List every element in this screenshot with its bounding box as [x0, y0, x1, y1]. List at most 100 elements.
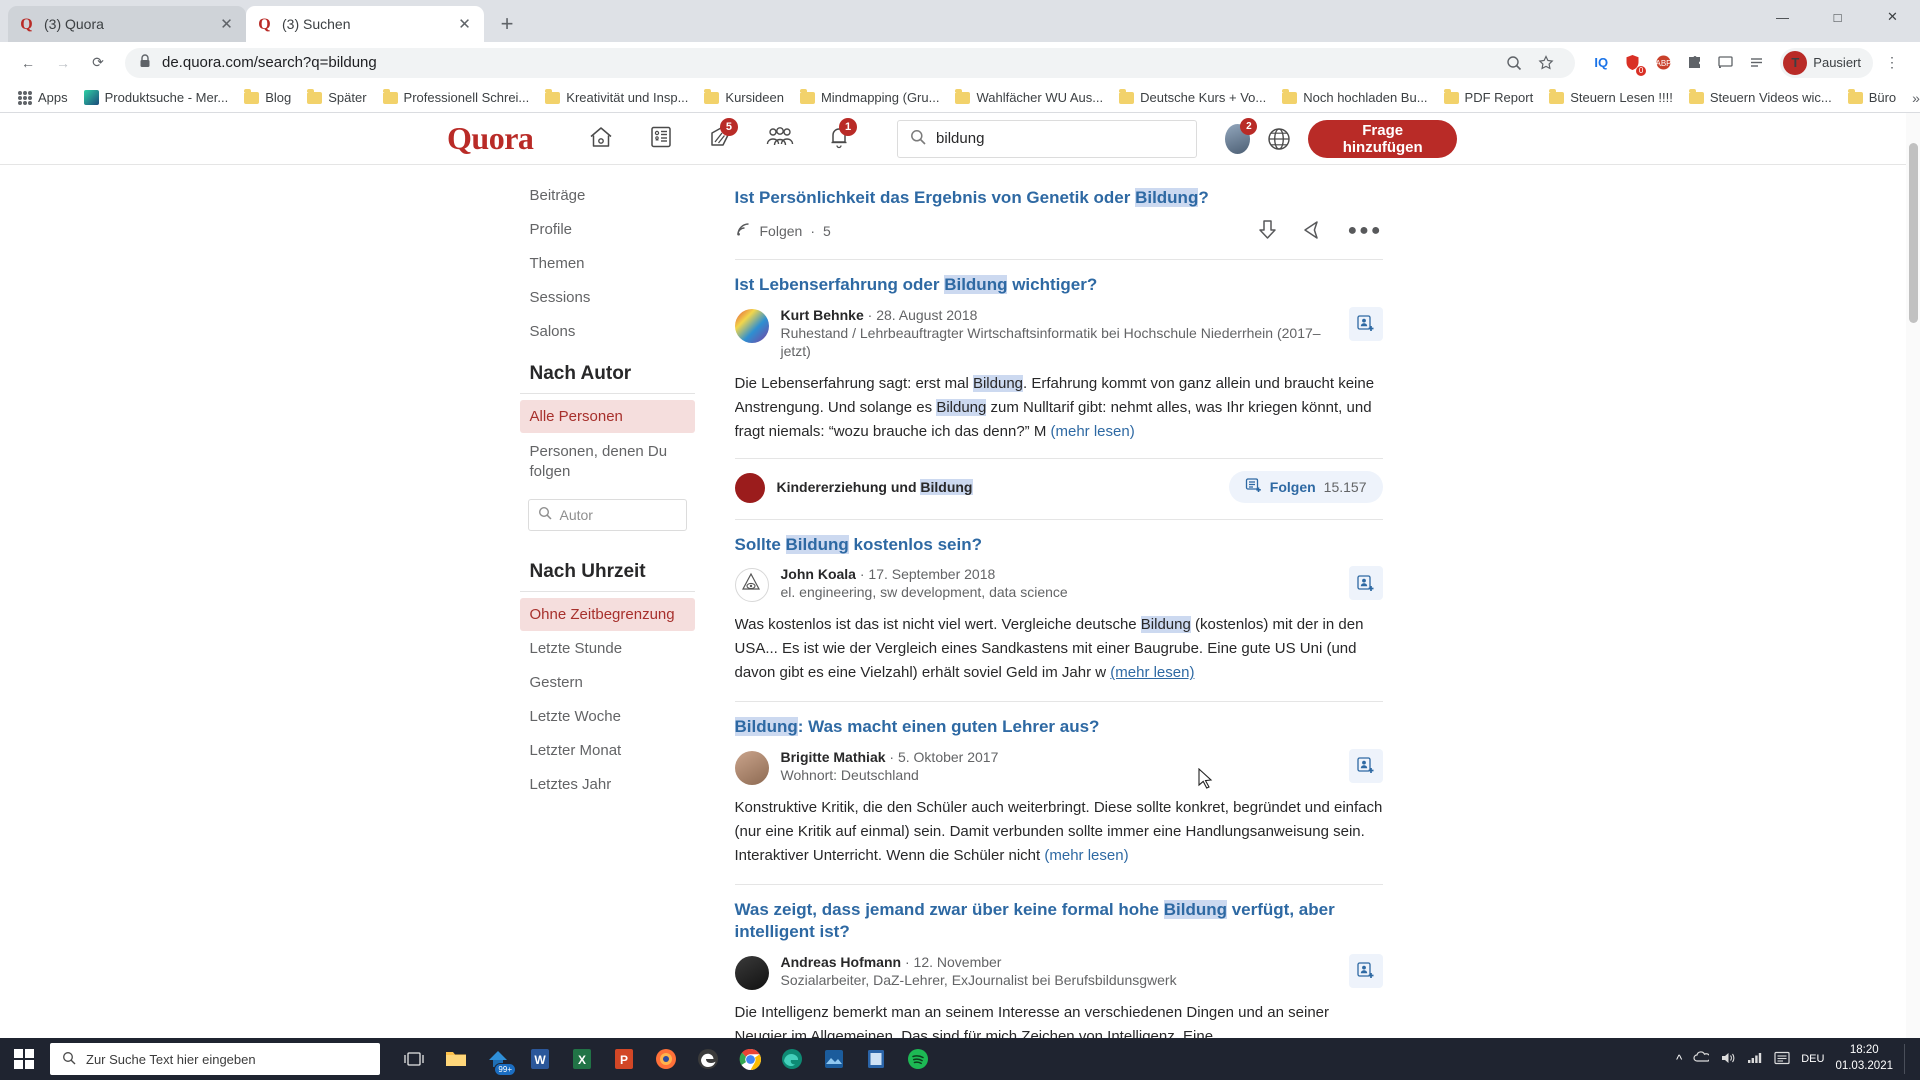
sidebar-item-salons[interactable]: Salons [520, 315, 695, 348]
star-icon[interactable] [1531, 48, 1561, 78]
bookmark-mindmapping[interactable]: Mindmapping (Gru... [792, 87, 948, 108]
bookmark-blog[interactable]: Blog [236, 87, 299, 108]
photos-icon[interactable] [814, 1038, 854, 1080]
new-tab-button[interactable]: + [490, 7, 524, 41]
sidebar-item-alle-personen[interactable]: Alle Personen [519, 400, 695, 433]
close-icon[interactable]: ✕ [217, 15, 236, 34]
follow-user-icon[interactable] [1348, 748, 1383, 783]
search-input[interactable]: bildung [897, 119, 1198, 158]
bookmark-deutsche-kurs[interactable]: Deutsche Kurs + Vo... [1111, 87, 1274, 108]
bookmark-apps[interactable]: Apps [10, 87, 76, 108]
result-title[interactable]: Bildung: Was macht einen guten Lehrer au… [734, 716, 1383, 738]
add-question-button[interactable]: Frage hinzufügen [1308, 119, 1458, 158]
nav-spaces[interactable] [750, 119, 810, 159]
result-title[interactable]: Ist Persönlichkeit das Ergebnis von Gene… [735, 187, 1383, 209]
word-icon[interactable]: W [520, 1038, 560, 1080]
network-icon[interactable] [1747, 1051, 1763, 1068]
bookmark-professionell-schreiben[interactable]: Professionell Schrei... [375, 87, 538, 108]
author-name[interactable]: Andreas Hofmann [781, 954, 902, 970]
taskbar-search-input[interactable]: Zur Suche Text hier eingeben [50, 1043, 380, 1075]
sidebar-item-letzte-woche[interactable]: Letzte Woche [520, 700, 695, 733]
close-window-icon[interactable]: ✕ [1865, 0, 1920, 34]
nav-write[interactable]: 5 [690, 117, 750, 159]
avatar[interactable] [734, 308, 769, 343]
topic-follow-button[interactable]: Folgen 15.157 [1228, 470, 1383, 503]
forward-icon[interactable]: → [47, 47, 79, 79]
scrollbar-thumb[interactable] [1909, 143, 1918, 323]
author-search-input[interactable]: Autor [527, 498, 687, 531]
bookmark-buero[interactable]: Büro [1840, 87, 1904, 108]
bookmarks-overflow-icon[interactable]: » [1904, 90, 1920, 106]
sidebar-item-themen[interactable]: Themen [520, 247, 695, 280]
nav-answers[interactable] [631, 119, 691, 159]
bookmark-produktsuche[interactable]: Produktsuche - Mer... [76, 87, 237, 108]
result-title[interactable]: Sollte Bildung kostenlos sein? [735, 534, 1383, 556]
browser-tab-suchen[interactable]: Q (3) Suchen ✕ [246, 6, 484, 42]
nav-notifications[interactable]: 1 [810, 117, 870, 159]
sidebar-item-letztes-jahr[interactable]: Letztes Jahr [520, 768, 695, 801]
avatar[interactable] [734, 955, 769, 990]
zoom-icon[interactable] [1499, 48, 1529, 78]
follow-rss-icon[interactable] [735, 221, 752, 241]
sidebar-item-profile[interactable]: Profile [520, 213, 695, 246]
topic-avatar[interactable] [734, 472, 765, 503]
bookmark-steuern-lesen[interactable]: Steuern Lesen !!!! [1541, 87, 1681, 108]
bookmark-noch-hochladen[interactable]: Noch hochladen Bu... [1274, 87, 1435, 108]
onedrive-app-icon[interactable]: 99+ [478, 1038, 518, 1080]
author-name[interactable]: Kurt Behnke [781, 307, 864, 323]
iq-extension-icon[interactable]: IQ [1586, 48, 1616, 78]
maximize-icon[interactable]: □ [1810, 0, 1865, 34]
read-more-link[interactable]: (mehr lesen) [1044, 847, 1128, 864]
sidebar-item-personen-denen-du-folgen[interactable]: Personen, denen Du folgen [520, 434, 695, 491]
reader-icon[interactable] [856, 1038, 896, 1080]
result-title[interactable]: Was zeigt, dass jemand zwar über keine f… [735, 899, 1383, 944]
more-options-icon[interactable]: ●●● [1348, 223, 1383, 239]
sidebar-item-sessions[interactable]: Sessions [520, 281, 695, 314]
topic-name[interactable]: Kindererziehung und Bildung [777, 478, 973, 495]
firefox-icon[interactable] [646, 1038, 686, 1080]
browser-profile-button[interactable]: T Pausiert [1780, 47, 1873, 78]
bookmark-steuern-videos[interactable]: Steuern Videos wic... [1681, 87, 1840, 108]
follow-user-icon[interactable] [1348, 306, 1383, 341]
language-globe-icon[interactable] [1266, 126, 1292, 152]
sidebar-item-letzter-monat[interactable]: Letzter Monat [520, 734, 695, 767]
sidebar-item-ohne-zeitbegrenzung[interactable]: Ohne Zeitbegrenzung [519, 597, 695, 631]
bookmark-wahlfaecher[interactable]: Wahlfächer WU Aus... [947, 87, 1111, 108]
back-icon[interactable]: ← [12, 47, 44, 79]
show-desktop-button[interactable] [1904, 1044, 1910, 1074]
bookmark-spaeter[interactable]: Später [299, 87, 374, 108]
result-title[interactable]: Ist Lebenserfahrung oder Bildung wichtig… [735, 274, 1383, 296]
sidebar-item-gestern[interactable]: Gestern [520, 666, 695, 699]
avatar[interactable] [734, 750, 769, 785]
share-arrow-icon[interactable] [1302, 219, 1324, 243]
spotify-icon[interactable] [898, 1038, 938, 1080]
author-name[interactable]: Brigitte Mathiak [781, 749, 886, 765]
bookmark-kursideen[interactable]: Kursideen [696, 87, 792, 108]
sidebar-item-letzte-stunde[interactable]: Letzte Stunde [520, 632, 695, 665]
action-center-icon[interactable] [1774, 1051, 1790, 1068]
excel-icon[interactable]: X [562, 1038, 602, 1080]
follow-user-icon[interactable] [1348, 566, 1383, 601]
windows-start-icon[interactable] [0, 1038, 48, 1080]
sidebar-item-beitraege[interactable]: Beiträge [520, 179, 695, 212]
volume-icon[interactable] [1720, 1051, 1736, 1068]
read-more-link[interactable]: (mehr lesen) [1051, 423, 1135, 440]
avatar[interactable]: 2 [1225, 117, 1258, 154]
adblock-extension-icon[interactable]: 0 [1617, 48, 1647, 78]
reload-icon[interactable]: ⟳ [82, 47, 114, 79]
nav-home[interactable] [571, 119, 631, 159]
powerpoint-icon[interactable]: P [604, 1038, 644, 1080]
list-extension-icon[interactable] [1741, 48, 1771, 78]
clock[interactable]: 18:20 01.03.2021 [1835, 1043, 1893, 1074]
bookmark-pdf-report[interactable]: PDF Report [1436, 87, 1542, 108]
onedrive-tray-icon[interactable] [1693, 1050, 1711, 1068]
cast-icon[interactable] [1710, 48, 1740, 78]
chrome-icon[interactable] [730, 1038, 770, 1080]
edge-legacy-icon[interactable] [688, 1038, 728, 1080]
quora-logo[interactable]: Quora [447, 120, 534, 157]
avatar[interactable] [734, 568, 769, 603]
puzzle-extension-icon[interactable] [1679, 48, 1709, 78]
page-scrollbar[interactable] [1906, 113, 1920, 1043]
minimize-icon[interactable]: — [1755, 0, 1810, 34]
address-bar[interactable]: de.quora.com/search?q=bildung [125, 47, 1576, 78]
